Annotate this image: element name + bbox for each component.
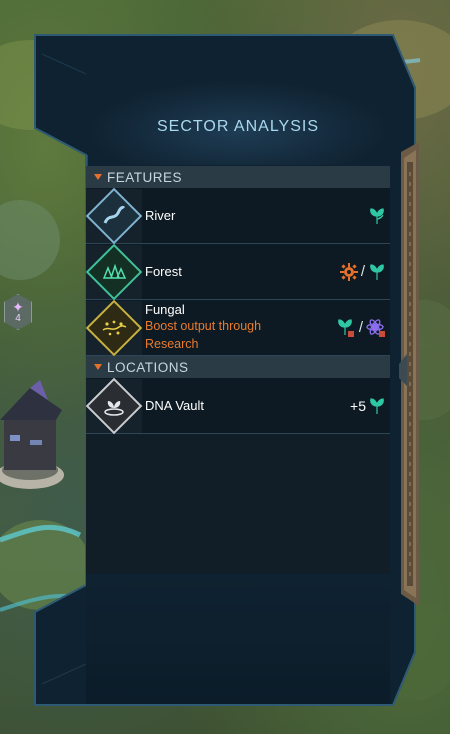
separator-slash: / — [358, 319, 363, 336]
sparkle-icon: ✦ — [12, 298, 24, 315]
locations-header[interactable]: LOCATIONS — [86, 356, 390, 378]
map-marker-value: 4 — [15, 312, 21, 324]
food-yield-icon — [370, 207, 384, 224]
research-locked-icon — [366, 318, 385, 337]
separator-slash: / — [360, 263, 365, 280]
food-yield-icon — [370, 263, 384, 280]
feature-row-river[interactable]: River — [85, 187, 390, 244]
map-structure-icon[interactable] — [0, 380, 70, 495]
features-header[interactable]: FEATURES — [86, 166, 390, 188]
river-icon — [85, 187, 143, 244]
feature-row-fungal[interactable]: Fungal Boost output through Research / — [85, 299, 390, 356]
dna-vault-icon — [85, 377, 143, 434]
collapse-triangle-icon — [94, 364, 102, 370]
panel-title: SECTOR ANALYSIS — [156, 118, 319, 135]
panel-scrollbar[interactable] — [397, 142, 423, 606]
feature-name: River — [145, 208, 176, 223]
collapse-triangle-icon — [94, 174, 102, 180]
production-gear-icon — [339, 262, 358, 281]
location-yield-value: +5 — [350, 397, 366, 414]
panel-footer-area — [86, 574, 390, 704]
analysis-list: FEATURES River Forest / Fungal Boost out… — [85, 166, 390, 574]
location-row-dna-vault[interactable]: DNA Vault +5 — [85, 377, 390, 434]
food-locked-icon — [337, 318, 354, 337]
features-header-label: FEATURES — [107, 169, 183, 185]
feature-row-forest[interactable]: Forest / — [85, 243, 390, 300]
fungal-icon — [85, 299, 143, 356]
food-yield-icon — [370, 397, 384, 414]
forest-icon — [85, 243, 143, 300]
locations-header-label: LOCATIONS — [107, 359, 189, 375]
